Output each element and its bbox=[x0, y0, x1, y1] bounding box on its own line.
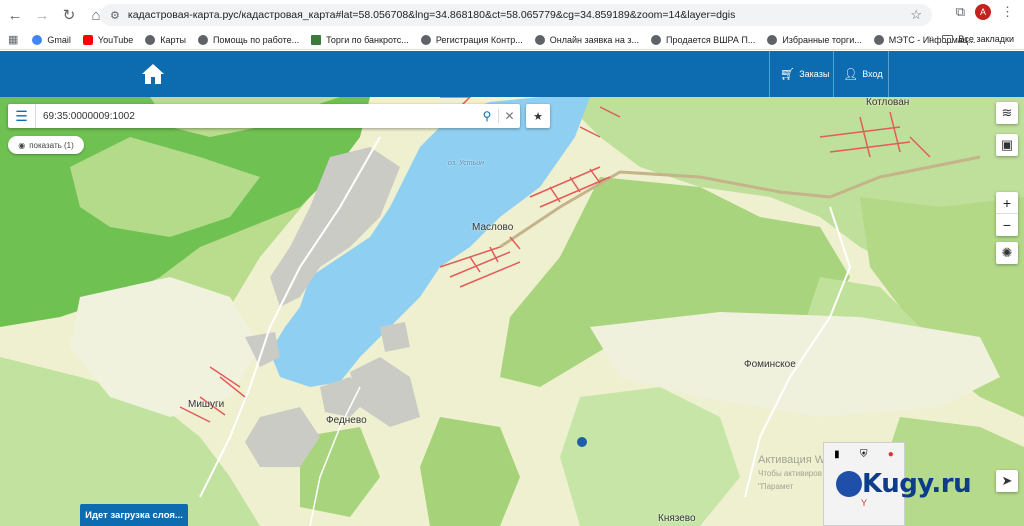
map-type-button[interactable]: ▣ bbox=[996, 134, 1018, 156]
globe-icon bbox=[651, 34, 662, 45]
globe-icon bbox=[534, 34, 545, 45]
bookmark-item[interactable]: Продается ВШРА П... bbox=[651, 34, 755, 45]
show-results-button[interactable]: ◉ показать (1) bbox=[8, 136, 84, 154]
orders-button[interactable]: 🛒︎ Заказы bbox=[780, 67, 829, 81]
navigation-arrow-icon: ➤ bbox=[1001, 473, 1013, 488]
youtube-icon bbox=[82, 34, 93, 45]
bookmark-item[interactable]: YouTube bbox=[82, 34, 133, 45]
place-label-kotlovan: Котлован bbox=[866, 97, 910, 108]
zoom-in-button[interactable]: + bbox=[996, 192, 1018, 214]
bookmark-item[interactable]: Онлайн заявка на з... bbox=[534, 34, 639, 45]
gmail-icon bbox=[32, 34, 43, 45]
spinner-icon: ✺ bbox=[1001, 245, 1013, 260]
layer-loading-indicator: Идет загрузка слоя... bbox=[80, 504, 188, 526]
cadastral-search-bar: ☰ ⚲ ✕ bbox=[8, 104, 520, 128]
folder-icon bbox=[942, 35, 954, 43]
tray-record-icon[interactable]: ● bbox=[888, 449, 894, 460]
kugy-bird-logo bbox=[836, 471, 862, 497]
all-bookmarks-button[interactable]: Все закладки bbox=[942, 34, 1014, 44]
geolocate-button[interactable]: ➤ bbox=[996, 470, 1018, 492]
site-header: 🛒︎ Заказы 👤︎ Вход bbox=[0, 51, 1024, 97]
cart-icon: 🛒︎ bbox=[780, 67, 796, 81]
bookmark-item[interactable]: Регистрация Контр... bbox=[420, 34, 523, 45]
place-label-knyazevo: Князево bbox=[658, 513, 696, 524]
site-icon bbox=[311, 34, 322, 45]
site-info-icon[interactable]: ⚙ bbox=[110, 9, 120, 22]
favorite-star-button[interactable]: ★ bbox=[526, 104, 550, 128]
kugy-watermark: Kugy.ru bbox=[836, 469, 988, 499]
bookmark-star-icon[interactable]: ☆ bbox=[910, 7, 922, 23]
bookmark-item[interactable]: Торги по банкротс... bbox=[311, 34, 409, 45]
zoom-out-button[interactable]: − bbox=[996, 214, 1018, 236]
search-icon[interactable]: ⚲ bbox=[476, 109, 498, 123]
cadastral-search-input[interactable] bbox=[36, 106, 476, 126]
header-divider bbox=[888, 51, 889, 97]
address-url[interactable]: кадастровая-карта.рус/кадастровая_карта#… bbox=[128, 9, 736, 21]
yandex-icon[interactable]: Y bbox=[861, 498, 867, 508]
profile-avatar[interactable]: A bbox=[975, 4, 991, 20]
extensions-icon[interactable]: ⧉ bbox=[956, 4, 965, 20]
place-label-maslovo: Маслово bbox=[472, 222, 514, 233]
forward-button[interactable]: → bbox=[30, 3, 54, 27]
user-icon: 👤︎ bbox=[843, 67, 859, 81]
bookmark-item[interactable]: Избранные торги... bbox=[767, 34, 862, 45]
place-label-fominskoe: Фоминское bbox=[744, 359, 796, 370]
back-button[interactable]: ← bbox=[3, 3, 27, 27]
layers-button[interactable]: ≋ bbox=[996, 102, 1018, 124]
globe-icon bbox=[873, 34, 884, 45]
bookmark-item[interactable]: Gmail bbox=[32, 34, 71, 45]
square-icon: ▣ bbox=[1000, 137, 1014, 152]
header-divider bbox=[833, 51, 834, 97]
globe-icon bbox=[767, 34, 778, 45]
login-button[interactable]: 👤︎ Вход bbox=[843, 67, 883, 81]
browser-toolbar: ← → ↻ ⌂ ⚙ кадастровая-карта.рус/кадастро… bbox=[0, 0, 1024, 30]
loading-spinner-button[interactable]: ✺ bbox=[996, 242, 1018, 264]
tray-app-icon[interactable]: ▮ bbox=[834, 449, 840, 460]
menu-icon[interactable]: ☰ bbox=[8, 104, 36, 128]
menu-dots-icon[interactable]: ⋮ bbox=[1001, 4, 1014, 20]
eye-icon: ◉ bbox=[18, 140, 26, 150]
reload-button[interactable]: ↻ bbox=[57, 3, 81, 27]
apps-grid-icon[interactable]: ▦ bbox=[8, 33, 18, 46]
bookmarks-more-button[interactable]: » bbox=[928, 33, 934, 44]
bookmark-item[interactable]: Помощь по работе... bbox=[197, 34, 299, 45]
bookmarks-bar: ▦ Gmail YouTube Карты Помощь по работе..… bbox=[0, 30, 1024, 50]
layers-icon: ≋ bbox=[1001, 105, 1013, 120]
tray-shield-icon[interactable]: ⛨ bbox=[860, 449, 868, 460]
globe-icon bbox=[197, 34, 208, 45]
windows-activation-notice: Активация W Чтобы активиров "Парамет bbox=[758, 454, 826, 491]
home-icon[interactable] bbox=[141, 63, 165, 85]
map-canvas[interactable]: Котлован оз. Устьин Маслово Фоминское Ми… bbox=[0, 97, 1024, 526]
place-label-fednevo: Феднево bbox=[326, 415, 367, 426]
globe-icon bbox=[145, 34, 156, 45]
globe-icon bbox=[420, 34, 431, 45]
bookmark-item[interactable]: Карты bbox=[145, 34, 186, 45]
place-label-lake: оз. Устьин bbox=[448, 160, 485, 167]
header-divider bbox=[769, 51, 770, 97]
place-label-mishugi: Мишуги bbox=[188, 399, 225, 410]
clear-icon[interactable]: ✕ bbox=[498, 109, 520, 123]
zoom-control: + − bbox=[996, 192, 1018, 236]
address-bar[interactable]: ⚙ кадастровая-карта.рус/кадастровая_карт… bbox=[100, 4, 932, 26]
